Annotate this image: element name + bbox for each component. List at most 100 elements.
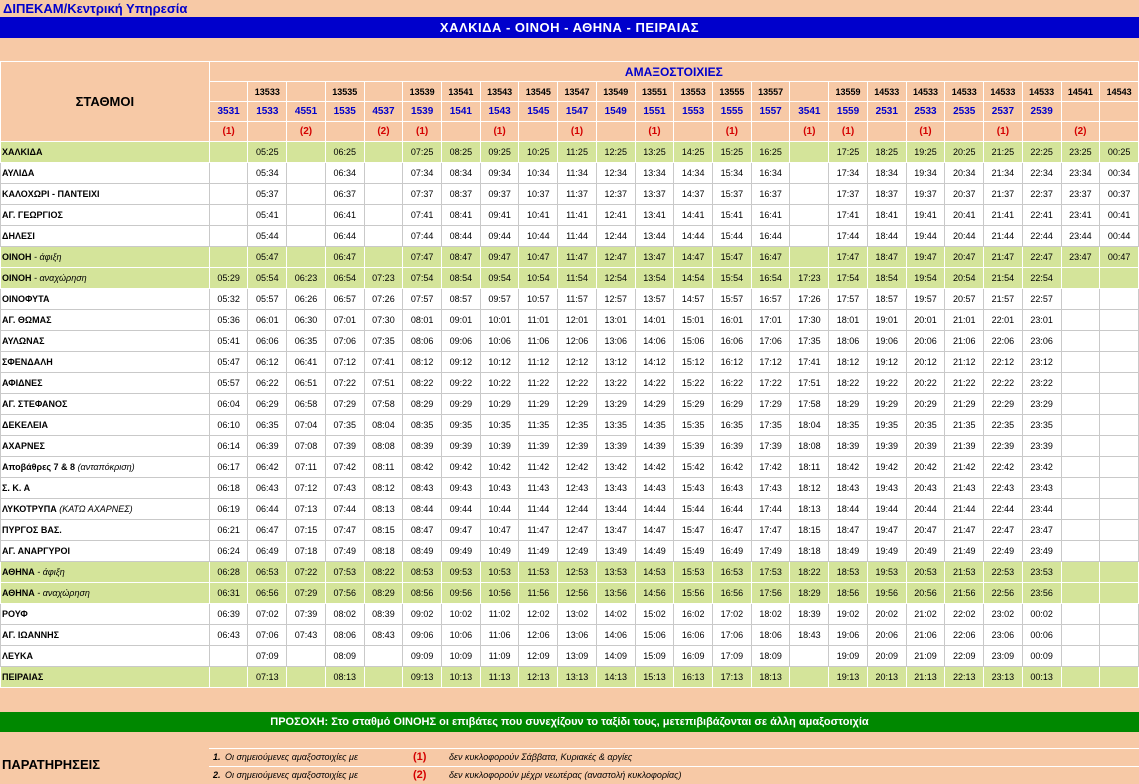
time-cell: 22:35 [983, 414, 1023, 436]
time-cell: 12:56 [557, 582, 597, 604]
time-cell: 06:25 [324, 141, 365, 163]
train-number-alt: 13549 [595, 81, 636, 102]
time-cell: 05:57 [208, 372, 249, 394]
time-cell: 19:02 [828, 603, 868, 625]
station-name: ΑΦΙΔΝΕΣ [2, 378, 43, 388]
time-cell [1099, 519, 1139, 541]
time-cell: 11:53 [518, 561, 559, 583]
time-cell [286, 162, 326, 184]
time-cell [363, 666, 404, 688]
time-cell: 13:06 [557, 624, 597, 646]
time-cell: 06:58 [286, 393, 326, 415]
time-cell: 17:30 [789, 309, 830, 331]
train-remark-mark: (2) [363, 121, 404, 142]
time-cell: 18:35 [828, 414, 868, 436]
time-cell: 07:15 [286, 519, 326, 541]
station-name: ΔΗΛΕΣΙ [2, 231, 35, 241]
time-cell: 22:25 [1021, 141, 1062, 163]
time-cell: 16:47 [712, 519, 752, 541]
time-cell: 21:53 [944, 561, 985, 583]
time-cell [208, 246, 249, 268]
time-cell: 23:06 [983, 624, 1023, 646]
time-cell: 17:54 [828, 267, 868, 289]
time-cell: 21:01 [944, 309, 985, 331]
time-cell: 16:43 [712, 477, 752, 499]
time-cell [1099, 561, 1139, 583]
train-number: 1547 [557, 101, 597, 122]
time-cell: 22:34 [1021, 162, 1062, 184]
time-cell: 10:56 [479, 582, 520, 604]
remarks-title: ΠΑΡΑΤΗΡΗΣΕΙΣ [2, 757, 101, 772]
time-cell [1060, 603, 1101, 625]
time-cell: 14:56 [634, 582, 675, 604]
time-cell: 20:29 [905, 393, 946, 415]
time-cell: 13:42 [595, 456, 636, 478]
time-cell: 08:12 [402, 351, 443, 373]
train-remark-mark: (1) [557, 121, 597, 142]
time-cell: 07:06 [247, 624, 288, 646]
station-name-cell: ΔΗΛΕΣΙ [0, 225, 210, 247]
time-cell: 15:47 [712, 246, 752, 268]
time-cell: 21:25 [983, 141, 1023, 163]
train-number-alt: 13545 [518, 81, 559, 102]
time-cell: 18:39 [789, 603, 830, 625]
time-cell: 06:47 [247, 519, 288, 541]
time-cell: 10:09 [441, 645, 481, 667]
time-cell: 08:53 [402, 561, 443, 583]
time-cell: 23:35 [1021, 414, 1062, 436]
time-cell: 06:47 [324, 246, 365, 268]
time-cell: 20:56 [905, 582, 946, 604]
time-cell: 13:06 [595, 330, 636, 352]
time-cell: 05:41 [247, 204, 288, 226]
time-cell: 06:22 [247, 372, 288, 394]
time-cell: 19:53 [866, 561, 907, 583]
time-cell [1060, 393, 1101, 415]
time-cell: 09:57 [479, 288, 520, 310]
time-cell: 11:13 [479, 666, 520, 688]
time-cell: 13:29 [595, 393, 636, 415]
train-remark-mark [750, 121, 791, 142]
time-cell: 09:54 [479, 267, 520, 289]
time-cell: 21:12 [944, 351, 985, 373]
time-cell: 11:37 [557, 183, 597, 205]
time-cell: 23:44 [1021, 498, 1062, 520]
time-cell [789, 183, 830, 205]
time-cell: 16:01 [712, 309, 752, 331]
train-number: 1539 [402, 101, 443, 122]
time-cell: 15:13 [634, 666, 675, 688]
time-cell: 16:39 [712, 435, 752, 457]
train-number-alt: 14533 [1021, 81, 1062, 102]
station-name: ΑΧΑΡΝΕΣ [2, 441, 45, 451]
time-cell: 18:42 [828, 456, 868, 478]
time-cell: 06:42 [247, 456, 288, 478]
time-cell: 07:49 [324, 540, 365, 562]
time-cell: 19:06 [828, 624, 868, 646]
time-cell: 20:57 [944, 288, 985, 310]
time-cell: 06:51 [286, 372, 326, 394]
time-cell: 11:06 [518, 330, 559, 352]
time-cell: 12:57 [595, 288, 636, 310]
time-cell: 20:44 [944, 225, 985, 247]
time-cell: 20:12 [905, 351, 946, 373]
time-cell [1099, 624, 1139, 646]
time-cell [789, 225, 830, 247]
time-cell: 07:18 [286, 540, 326, 562]
time-cell: 12:25 [595, 141, 636, 163]
time-cell: 18:41 [866, 204, 907, 226]
time-cell: 22:56 [983, 582, 1023, 604]
time-cell: 20:47 [944, 246, 985, 268]
time-cell: 22:29 [983, 393, 1023, 415]
time-cell: 14:41 [673, 204, 714, 226]
time-cell: 23:56 [1021, 582, 1062, 604]
train-remark-mark: (1) [789, 121, 830, 142]
time-cell: 20:43 [905, 477, 946, 499]
time-cell: 09:44 [479, 225, 520, 247]
time-cell: 16:53 [712, 561, 752, 583]
time-cell: 17:09 [712, 645, 752, 667]
time-cell: 08:41 [441, 204, 481, 226]
time-cell: 20:49 [905, 540, 946, 562]
time-cell: 08:56 [402, 582, 443, 604]
time-cell: 11:47 [518, 519, 559, 541]
time-cell: 07:43 [286, 624, 326, 646]
time-cell: 17:53 [750, 561, 791, 583]
